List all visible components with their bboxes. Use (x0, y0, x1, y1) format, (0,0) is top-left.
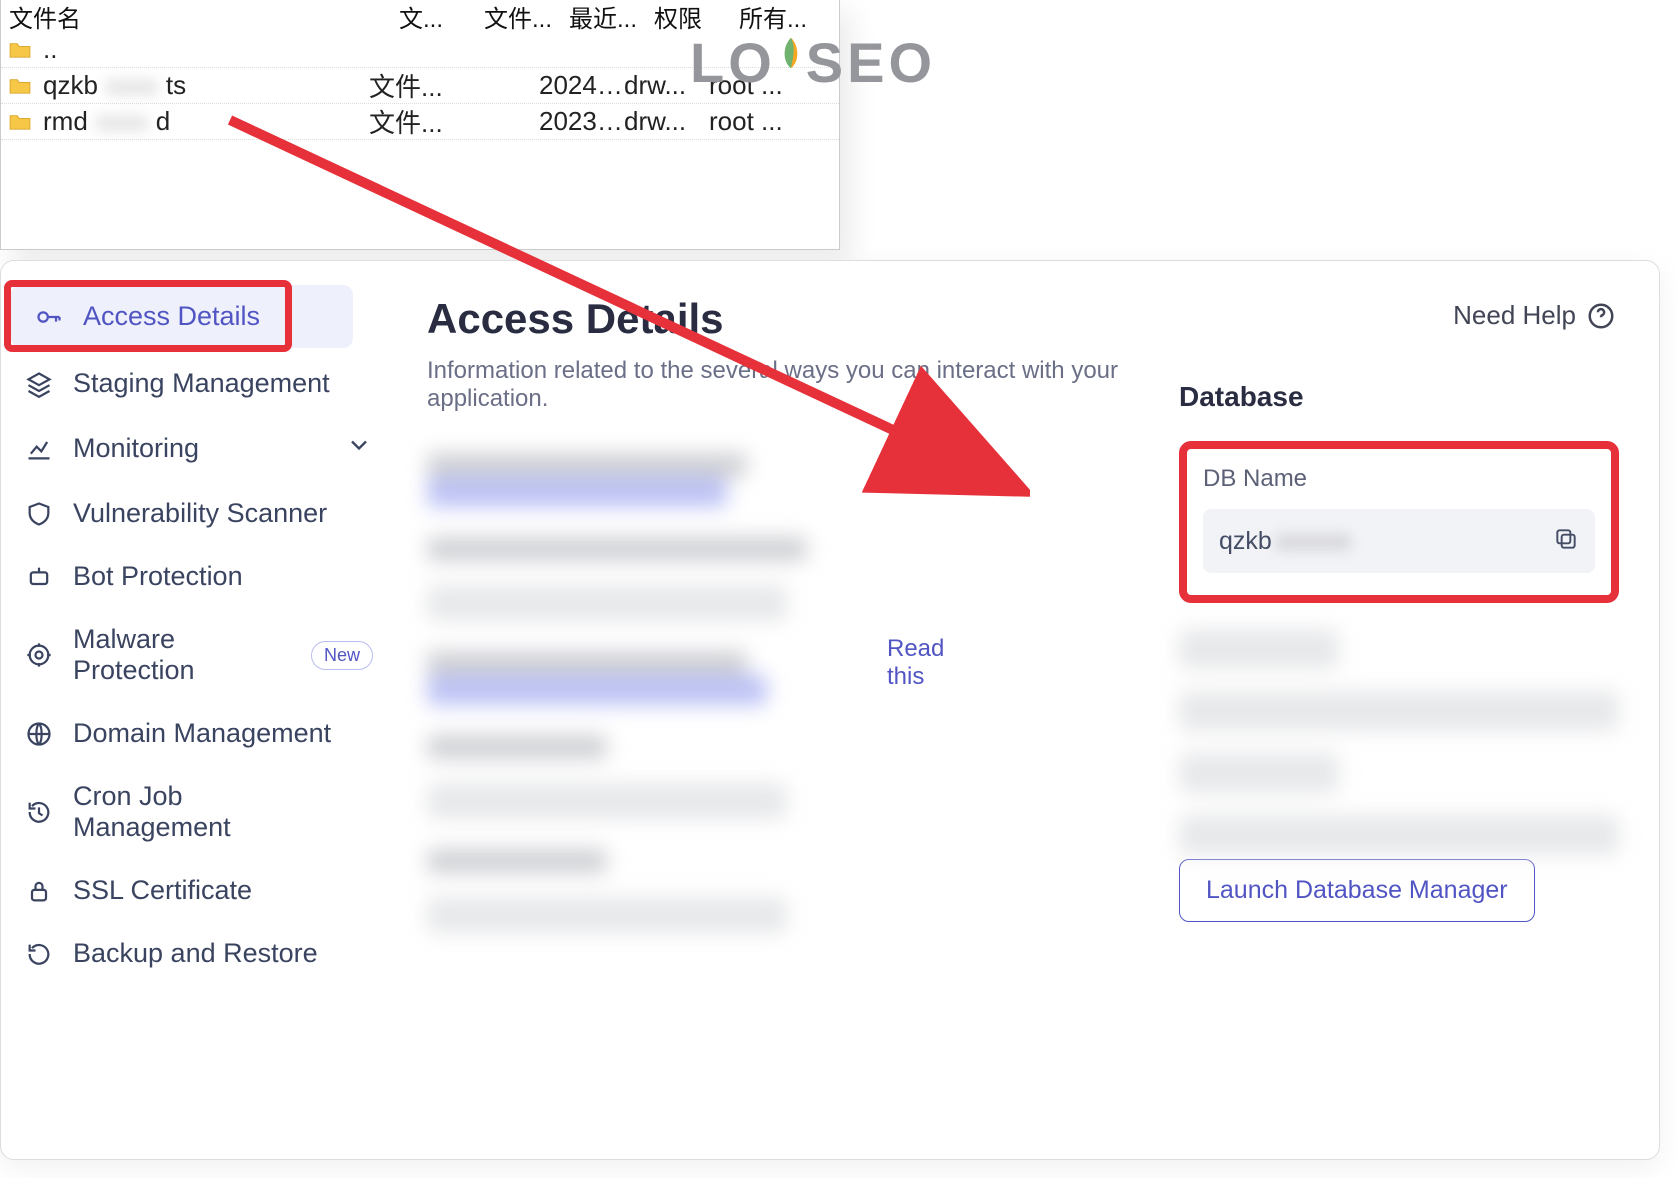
watermark-logo: LO SEO (690, 30, 936, 95)
sidebar-item-cron[interactable]: Cron Job Management (1, 765, 393, 859)
sidebar-item-label: Access Details (83, 301, 260, 332)
file-browser-header: 文件名 文... 文件... 最近... 权限 所有... (1, 0, 839, 32)
app-panel: Access Details Staging Management Monito… (0, 260, 1660, 1160)
file-name-post: d (156, 106, 170, 137)
chevron-down-icon (345, 431, 373, 466)
folder-icon (9, 113, 39, 131)
sidebar-item-vulnerability[interactable]: Vulnerability Scanner (1, 482, 393, 545)
file-name-blur: xxxx (92, 106, 152, 137)
db-name-highlight-box: DB Name qzkbxxxxxx (1179, 441, 1619, 603)
col-header-type[interactable]: 文... (399, 0, 484, 34)
history-icon (23, 798, 55, 826)
copy-icon[interactable] (1553, 526, 1579, 557)
sidebar-item-label: SSL Certificate (73, 875, 252, 906)
sidebar-item-label: Vulnerability Scanner (73, 498, 327, 529)
launch-db-manager-button[interactable]: Launch Database Manager (1179, 859, 1535, 922)
file-name-pre: rmd (43, 106, 88, 137)
folder-icon (9, 41, 39, 59)
file-name-post: ts (166, 70, 186, 101)
col-header-modified[interactable]: 最近... (569, 0, 654, 34)
leaf-icon (774, 36, 808, 70)
blurred-content-right (1179, 629, 1619, 839)
sidebar-item-label: Domain Management (73, 718, 331, 749)
database-section-title: Database (1179, 381, 1619, 413)
chart-icon (23, 435, 55, 463)
file-name-pre: qzkb (43, 70, 98, 101)
sidebar-item-malware[interactable]: Malware Protection New (1, 608, 393, 702)
sidebar-item-staging[interactable]: Staging Management (1, 352, 393, 415)
db-name-field: qzkbxxxxxx (1203, 509, 1595, 573)
sidebar-item-bot[interactable]: Bot Protection (1, 545, 393, 608)
sidebar-item-label: Monitoring (73, 433, 199, 464)
folder-icon (9, 77, 39, 95)
sidebar-item-ssl[interactable]: SSL Certificate (1, 859, 393, 922)
page-title: Access Details (427, 295, 1159, 343)
need-help-link[interactable]: Need Help (1453, 300, 1616, 331)
lock-icon (23, 877, 55, 905)
main-content: Access Details Information related to th… (393, 261, 1659, 1159)
sidebar-item-monitoring[interactable]: Monitoring (1, 415, 393, 482)
sidebar-item-domain[interactable]: Domain Management (1, 702, 393, 765)
shield-icon (23, 500, 55, 528)
page-subtitle: Information related to the several ways … (427, 357, 1159, 413)
col-header-name[interactable]: 文件名 (9, 0, 399, 34)
db-name-value: qzkbxxxxxx (1219, 527, 1355, 556)
col-header-size[interactable]: 文件... (484, 0, 569, 34)
help-icon (1586, 301, 1616, 331)
sidebar-item-label: Backup and Restore (73, 938, 318, 969)
db-name-label: DB Name (1203, 465, 1595, 493)
access-icon (33, 303, 65, 331)
new-badge: New (311, 641, 373, 670)
sidebar-item-label: Bot Protection (73, 561, 243, 592)
bot-icon (23, 563, 55, 591)
col-header-perm[interactable]: 权限 (654, 0, 739, 34)
file-name-blur: xxxx (102, 70, 162, 101)
target-icon (23, 641, 55, 669)
sidebar: Access Details Staging Management Monito… (1, 261, 393, 1159)
blurred-content-left (427, 453, 1159, 1013)
col-header-owner[interactable]: 所有... (739, 0, 824, 34)
restore-icon (23, 940, 55, 968)
sidebar-item-label: Staging Management (73, 368, 330, 399)
sidebar-item-label: Cron Job Management (73, 781, 273, 843)
globe-icon (23, 720, 55, 748)
sidebar-item-backup[interactable]: Backup and Restore (1, 922, 393, 985)
sidebar-item-access-details[interactable]: Access Details (11, 285, 353, 348)
file-row[interactable]: rmdxxxxd 文件... 2023/... drw... root ... (1, 104, 839, 140)
file-name: .. (43, 34, 57, 65)
layers-icon (23, 370, 55, 398)
sidebar-item-label: Malware Protection (73, 624, 233, 686)
